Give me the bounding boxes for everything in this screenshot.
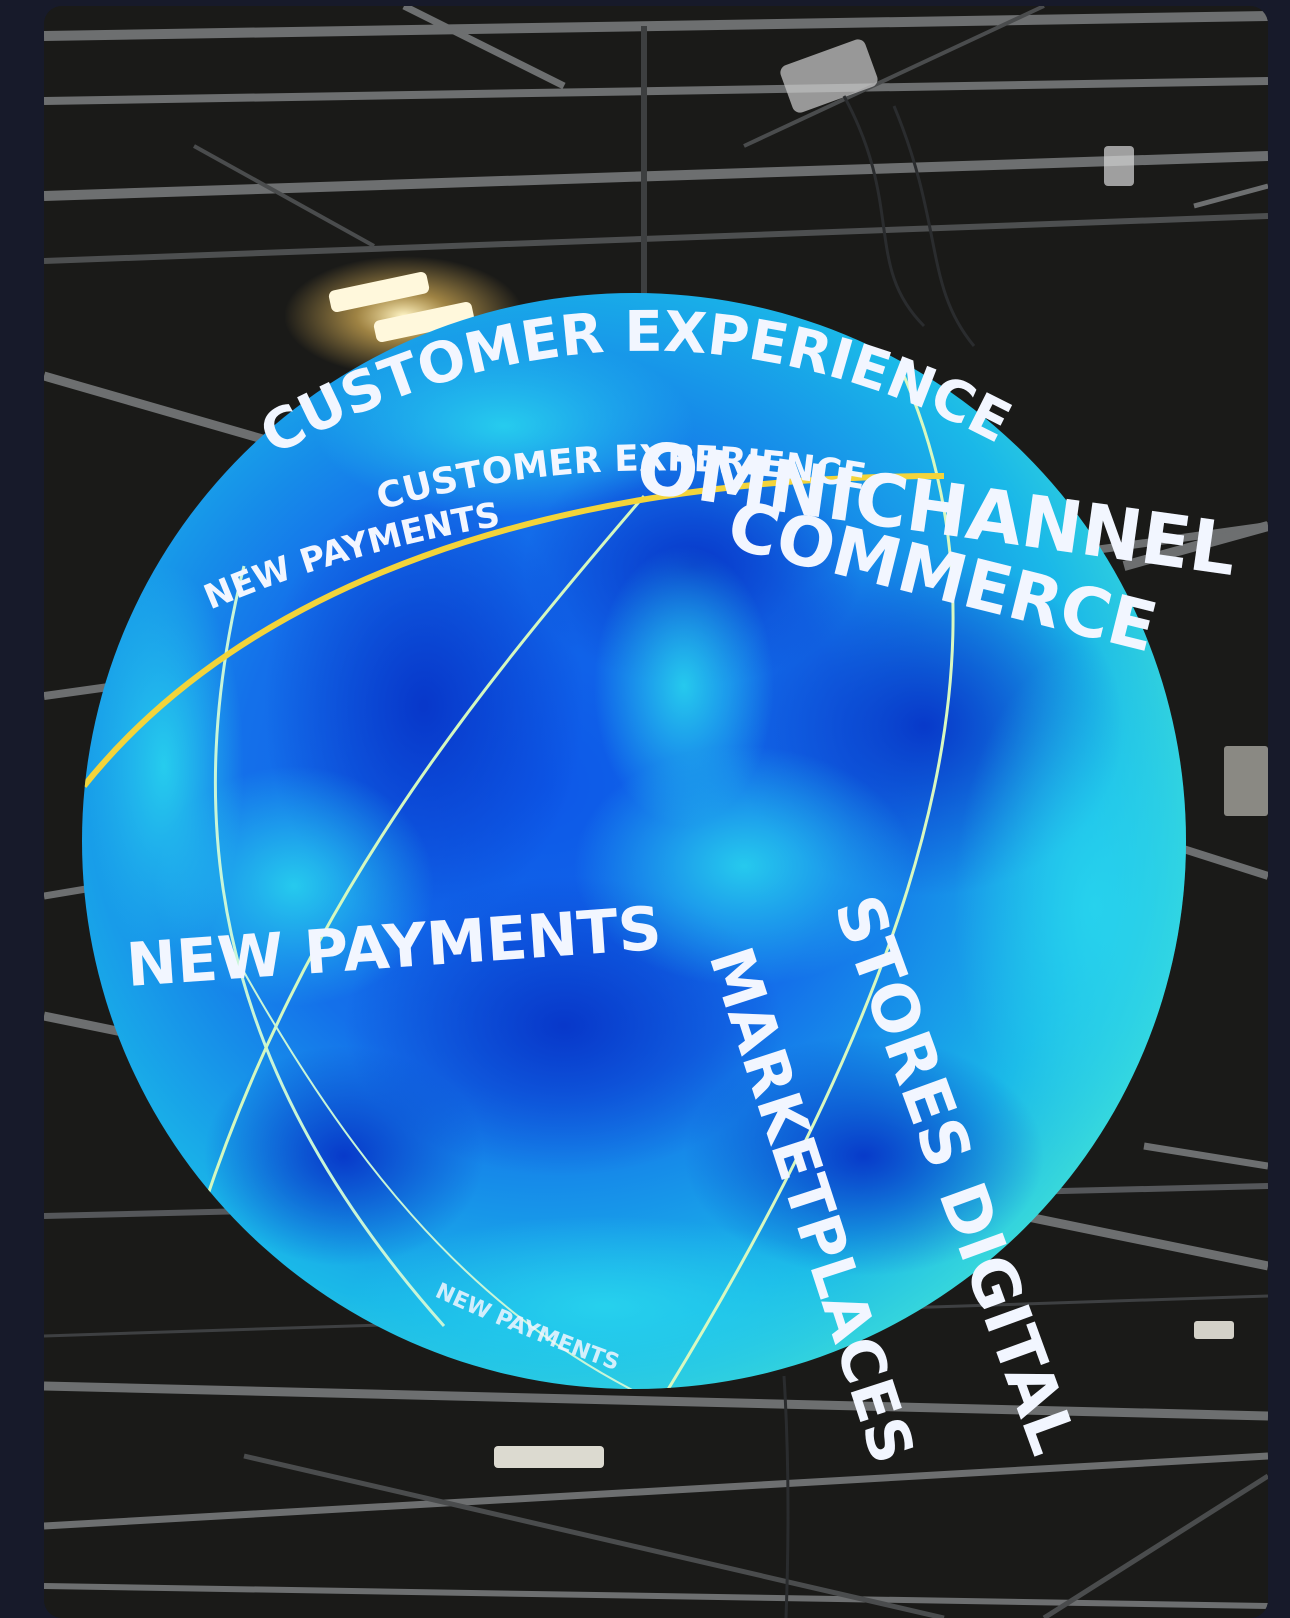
- photo-frame: CUSTOMER EXPERIENCE NEW PAYMENTS CUSTOME…: [44, 6, 1268, 1618]
- photo-canvas: CUSTOMER EXPERIENCE NEW PAYMENTS CUSTOME…: [44, 6, 1268, 1618]
